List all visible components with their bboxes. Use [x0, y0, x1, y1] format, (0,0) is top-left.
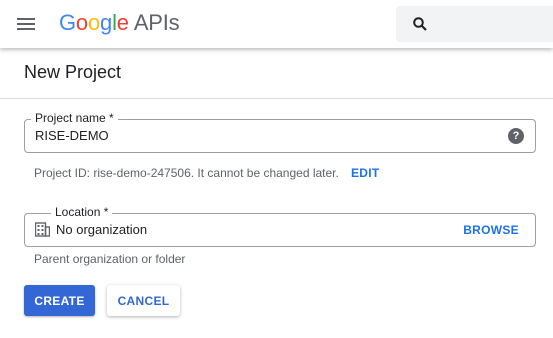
organization-building-icon [34, 222, 51, 237]
google-apis-logo[interactable]: Google APIs [59, 9, 180, 37]
location-label: Location * [51, 204, 113, 220]
search-icon[interactable] [412, 16, 428, 32]
edit-project-id-button[interactable]: EDIT [351, 166, 380, 180]
project-name-input[interactable] [35, 128, 495, 143]
project-name-field[interactable]: Project name * ? [24, 110, 536, 153]
top-app-bar: Google APIs [0, 0, 553, 48]
cancel-button[interactable]: CANCEL [107, 285, 180, 316]
logo-letter: e [116, 10, 129, 35]
hamburger-menu-icon[interactable] [14, 12, 38, 36]
logo-letter: o [87, 10, 101, 35]
logo-letter: o [75, 10, 88, 35]
location-field[interactable]: Location * No organization BROWSE [24, 204, 536, 247]
help-icon[interactable]: ? [508, 128, 524, 144]
project-name-label: Project name * [31, 110, 118, 126]
location-value: No organization [56, 222, 148, 237]
page-title: New Project [24, 62, 122, 82]
logo-suffix: APIs [133, 10, 180, 35]
search-input[interactable] [440, 6, 553, 44]
browse-button[interactable]: BROWSE [463, 223, 519, 237]
logo-letter: G [59, 10, 76, 35]
page-header: New Project [0, 48, 553, 99]
location-hint: Parent organization or folder [34, 252, 186, 266]
create-button[interactable]: CREATE [24, 285, 95, 316]
logo-letter: g [100, 10, 113, 35]
project-id-hint: Project ID: rise-demo-247506. It cannot … [34, 166, 339, 180]
search-bar[interactable] [396, 6, 553, 44]
google-wordmark: Google [59, 10, 129, 35]
